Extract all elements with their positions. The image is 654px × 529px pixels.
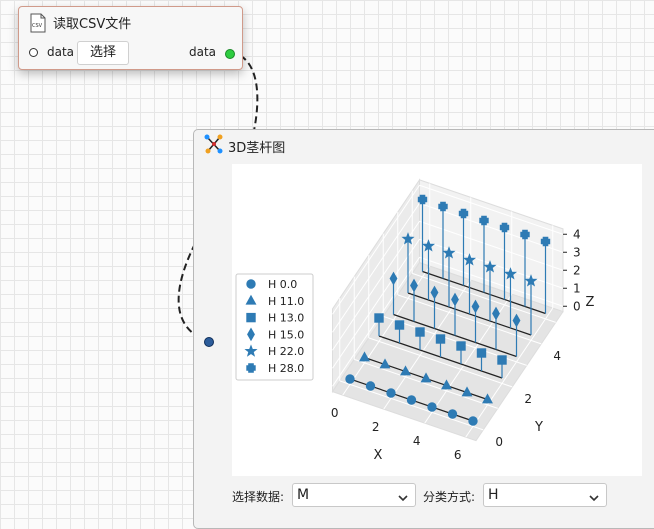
csv-input-port[interactable] [29,48,38,57]
stem-marker [386,388,396,398]
stem-marker [345,374,355,384]
z-tick-label: 0 [573,299,581,313]
x-tick-label: 6 [454,448,462,462]
stem-marker [374,313,384,323]
y-axis-label: Y [534,420,543,435]
classify-dropdown[interactable]: H [483,483,607,507]
z-tick-label: 4 [573,227,581,241]
z-axis-label: Z [586,295,595,310]
csv-reader-node[interactable]: CSV 读取CSV文件 data 选择 data [18,6,243,70]
stem3d-chart: 0 2 4 6 0 2 4 0 1 2 3 4 X Y Z H 0.0 H 11.0 H 13.0 H 15.0 H … [235,178,595,463]
z-tick-label: 3 [573,245,581,259]
legend-label: H 0.0 [268,278,297,291]
csv-file-icon: CSV [29,13,47,37]
stem-marker [415,327,425,337]
y-tick-label: 4 [553,349,561,363]
legend-label: H 22.0 [268,345,304,358]
chevron-down-icon [397,489,409,511]
chevron-down-icon [588,489,600,511]
select-file-button[interactable]: 选择 [77,41,129,65]
legend-marker [246,312,256,323]
stem-marker [456,341,466,351]
legend-label: H 11.0 [268,295,304,308]
z-tick-label: 1 [573,281,581,295]
legend-label: H 28.0 [268,362,304,375]
z-tick-label: 2 [573,263,581,277]
x-tick-label: 2 [372,420,380,434]
x-tick-label: 0 [331,406,339,420]
classify-value: H [488,487,499,503]
stem-marker [435,334,446,344]
legend-label: H 13.0 [268,312,304,325]
classify-label: 分类方式: [423,490,476,504]
x-tick-label: 4 [413,434,421,448]
csv-input-label: data [47,45,75,59]
stem-marker [394,320,405,330]
stem-marker [365,381,376,391]
y-tick-label: 0 [495,435,503,449]
legend-marker [246,279,256,289]
stem3d-node-title: 3D茎杆图 [228,141,286,156]
select-data-value: M [297,487,310,503]
csv-node-title: 读取CSV文件 [53,17,132,32]
stem3d-input-port[interactable] [204,337,214,347]
graph-icon [204,134,224,158]
stem3d-node[interactable]: 3D茎杆图 0 2 4 6 0 2 4 0 1 2 3 4 X Y Z H 0.0 H 11.0 H 13.0 H … [193,129,654,529]
y-tick-label: 2 [524,392,532,406]
select-data-dropdown[interactable]: M [292,483,416,507]
stem-marker [468,416,478,426]
stem-marker [406,395,417,405]
stem-marker [447,409,458,419]
csv-output-label: data [189,45,217,59]
stem-marker [427,402,437,412]
x-axis-label: X [374,448,383,463]
plot-area: 0 2 4 6 0 2 4 0 1 2 3 4 X Y Z H 0.0 H 11.0 H 13.0 H 15.0 H … [232,164,642,476]
stem-marker [476,348,487,358]
csv-output-port[interactable] [225,49,235,59]
csv-icon-text: CSV [32,23,43,29]
legend-label: H 15.0 [268,328,304,341]
stem-marker [497,355,507,365]
select-data-label: 选择数据: [232,490,285,504]
